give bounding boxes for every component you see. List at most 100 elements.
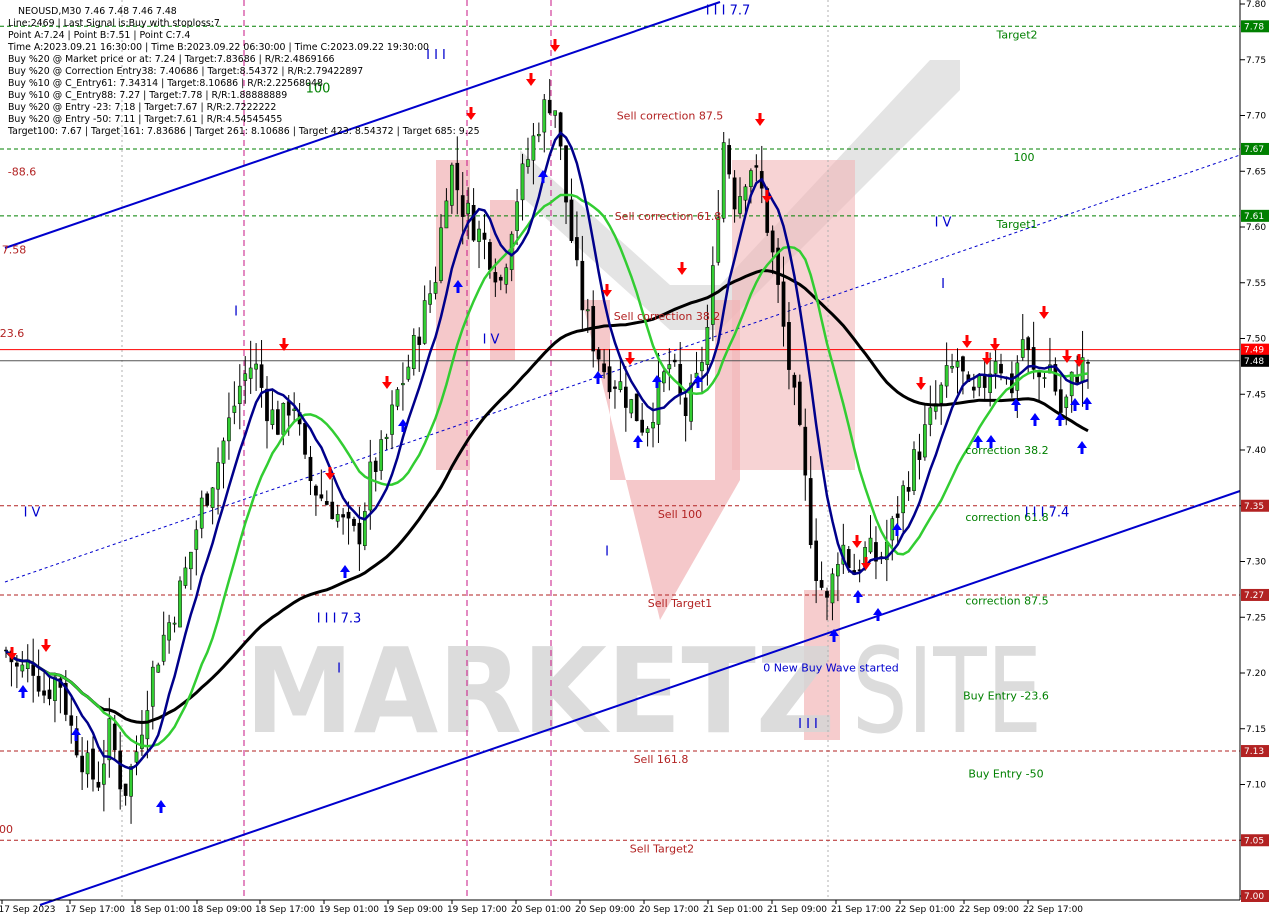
time-tick-label: 17 Sep 2023 [0,905,56,915]
candle-body [1064,396,1069,408]
wave-label: I [941,277,945,292]
candle-body [977,375,982,388]
price-tag-label: 7.00 [1244,892,1264,902]
candle-body [536,133,541,137]
price-tag-label: 7.49 [1244,346,1264,356]
candle-body [917,451,922,460]
level-text: Buy Entry -23.6 [963,689,1049,702]
candle-body [743,186,748,201]
candle-body [542,99,547,133]
price-tick-label: 7.55 [1246,279,1266,289]
candle-body [999,363,1003,374]
chart[interactable]: MARKETZ SITE Target2 100 Target1 Sell 100 Se… [0,0,1280,920]
candle-body [341,514,345,518]
price-tick-label: 7.10 [1246,781,1266,791]
candle-body [498,276,503,281]
candle-body [156,664,161,673]
candle-body [455,162,460,191]
candle-body [150,666,155,707]
candle-body [259,364,264,388]
candle-body [199,497,204,529]
candle-body [825,591,829,598]
candle-body [651,422,655,429]
candle-body [618,381,623,390]
wave-label: I I I [798,717,818,732]
candle-body [961,356,965,372]
wave-label: I I I 7.3 [317,611,362,626]
info-line: Buy %10 @ C_Entry88: 7.27 | Target:7.78 … [8,90,287,101]
candle-body [836,564,840,577]
candle-body [700,362,704,372]
time-tick-label: 20 Sep 09:00 [575,905,635,915]
candle-body [754,165,759,168]
level-label: Target2 [995,28,1037,41]
level-text: -88.6 [8,165,36,178]
time-tick-label: 21 Sep 17:00 [831,905,891,915]
level-text: 23.6 [0,327,24,340]
candle-body [324,501,329,505]
candle-body [721,142,726,219]
bg-bar [732,160,855,470]
candle-body [352,518,356,526]
info-line: Buy %20 @ Market price or at: 7.24 | Tar… [8,54,335,65]
time-tick-label: 20 Sep 17:00 [639,905,699,915]
candle-body [210,487,215,508]
candle-body [281,403,286,435]
info-line: Time A:2023.09.21 16:30:00 | Time B:2023… [7,42,429,53]
candle-body [950,365,954,369]
candle-body [640,419,645,433]
candle-body [1026,337,1031,351]
candle-body [118,750,123,790]
info-line: Buy %20 @ Entry -50: 7.11 | Target:7.61 … [8,114,282,125]
candle-body [129,766,133,797]
candle-body [901,485,905,514]
price-tick-label: 7.25 [1246,613,1266,623]
price-tick-label: 7.50 [1246,335,1266,345]
info-line: Buy %20 @ Correction Entry38: 7.40686 | … [8,66,363,77]
candle-body [232,405,237,413]
candle-body [596,349,601,360]
candle-body [265,388,269,422]
candle-body [42,690,46,696]
wave-label: I [234,305,238,320]
time-tick-label: 22 Sep 17:00 [1023,905,1083,915]
candle-body [683,397,688,417]
candle-body [379,439,384,471]
candle-body [515,201,519,231]
info-line: Line:2469 | Last Signal is:Buy with stop… [8,18,220,29]
time-tick-label: 18 Sep 17:00 [255,905,315,915]
level-text: correction 38.2 [965,444,1048,457]
price-tick-label: 7.70 [1246,112,1266,122]
chart-svg[interactable]: MARKETZ SITE Target2 100 Target1 Sell 100 Se… [0,0,1280,920]
candle-body [623,386,628,408]
wave-label: I I I 7.7 [706,4,751,19]
candle-body [738,196,742,214]
time-tick-label: 18 Sep 01:00 [130,905,190,915]
candle-body [569,199,574,241]
candle-body [308,456,313,482]
candle-body [183,567,188,586]
candle-body [107,718,112,761]
level-text: 0 New Buy Wave started [763,661,899,674]
candle-body [303,422,307,455]
symbol-line: NEOUSD,M30 7.46 7.48 7.46 7.48 [18,6,177,17]
candle-body [1037,372,1041,378]
candle-body [645,428,650,433]
candle-body [330,501,335,520]
candle-body [384,436,389,439]
price-tick-label: 7.45 [1246,390,1266,400]
time-tick-label: 21 Sep 01:00 [703,905,763,915]
candle-body [194,529,199,550]
candle-body [395,389,400,407]
candle-body [580,260,585,311]
candle-body [607,366,612,393]
candle-body [161,634,166,662]
candle-body [1010,373,1014,394]
price-tag-label: 7.67 [1244,145,1264,155]
candle-body [814,540,818,581]
candle-body [314,485,318,496]
candle-body [477,228,481,242]
time-tick-label: 22 Sep 09:00 [959,905,1019,915]
candle-body [1086,362,1090,364]
candle-body [906,487,911,492]
